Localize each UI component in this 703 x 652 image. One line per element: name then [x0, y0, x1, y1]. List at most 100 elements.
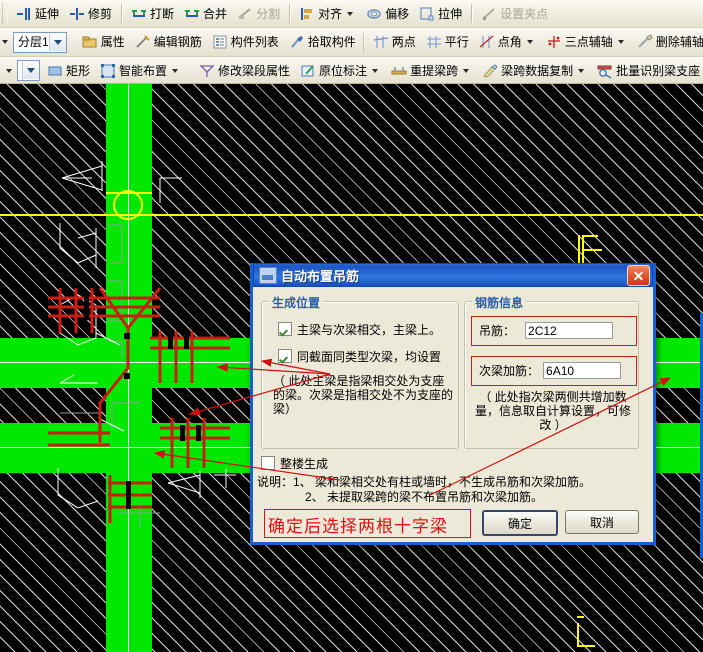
- toolbar-label: 梁跨数据复制: [501, 60, 573, 82]
- toolbar-grip[interactable]: [2, 4, 8, 23]
- toolbar-label: 点角: [498, 31, 522, 53]
- toolbar-button-extend[interactable]: 延伸: [12, 3, 63, 25]
- application-window: 延伸 修剪 打断 合并: [0, 0, 703, 652]
- toolbar-label: 矩形: [66, 60, 90, 82]
- field-hanger-label: 吊筋：: [479, 322, 515, 339]
- checkbox-whole-floor[interactable]: 整楼生成: [261, 455, 328, 472]
- toolbar-button-trim[interactable]: 修剪: [65, 3, 116, 25]
- checkbox-main-sub-beam[interactable]: 主梁与次梁相交，主梁上。: [278, 321, 453, 338]
- toolbar-button-copy-span-data[interactable]: 梁跨数据复制: [478, 60, 591, 82]
- toolbar-button-two-point[interactable]: 两点: [369, 31, 420, 53]
- toolbar-label: 属性: [101, 31, 125, 53]
- chevron-down-icon[interactable]: [172, 69, 178, 73]
- toolbar-button-delete-axis[interactable]: 删除辅轴: [633, 31, 703, 53]
- toolbar-button-break[interactable]: 打断: [127, 3, 178, 25]
- chevron-down-icon[interactable]: [49, 34, 66, 51]
- toolbar-button-component-list[interactable]: 构件列表: [208, 31, 283, 53]
- beam-type-combo[interactable]: [17, 60, 40, 81]
- dialog-title: 自动布置吊筋: [281, 266, 359, 285]
- toolbar-label: 原位标注: [319, 60, 367, 82]
- re-extract-span-icon: [391, 63, 407, 79]
- chevron-down-icon[interactable]: [347, 12, 353, 16]
- hanger-input[interactable]: [525, 322, 613, 339]
- toolbar-button-offset[interactable]: 偏移: [362, 3, 413, 25]
- smart-layout-icon: [100, 63, 116, 79]
- break-icon: [131, 6, 147, 22]
- merge-icon: [184, 6, 200, 22]
- extend-icon: [16, 6, 32, 22]
- checkbox-box[interactable]: [261, 456, 275, 470]
- sub-beam-rebar-input[interactable]: [543, 362, 621, 379]
- batch-identify-support-icon: [597, 63, 613, 79]
- toolbar-label: 删除辅轴: [656, 31, 703, 53]
- dialog-title-bar[interactable]: 自动布置吊筋 ✕: [253, 263, 653, 287]
- toolbar-button-modify-beam-segment[interactable]: 修改梁段属性: [195, 60, 294, 82]
- toolbar-label: 编辑钢筋: [154, 31, 202, 53]
- checkbox-box[interactable]: [278, 322, 292, 336]
- toolbar-separator: [471, 4, 472, 23]
- field-sub-beam-rebar: 次梁加筋：: [479, 362, 621, 379]
- toolbar-button-set-grip[interactable]: 设置夹点: [477, 3, 552, 25]
- close-glyph: ✕: [633, 269, 645, 283]
- toolbar-button-property[interactable]: 属性: [78, 31, 129, 53]
- toolbar-button-align[interactable]: 对齐: [295, 3, 360, 25]
- toolbar-button-rectangle[interactable]: 矩形: [43, 60, 94, 82]
- toolbar-label: 构件列表: [231, 31, 279, 53]
- grip-point-icon: [481, 6, 497, 22]
- chevron-down-icon[interactable]: [22, 62, 39, 79]
- chevron-down-icon[interactable]: [618, 40, 624, 44]
- toolbar-overflow-icon[interactable]: [6, 69, 12, 73]
- chevron-down-icon[interactable]: [527, 40, 533, 44]
- description-line-1: 说明：1、 梁和梁相交处有柱或墙时，不生成吊筋和次梁加筋。: [257, 475, 637, 489]
- property-icon: [82, 34, 98, 50]
- toolbar-button-in-situ-annotation[interactable]: 原位标注: [296, 60, 385, 82]
- checkbox-box[interactable]: [278, 349, 292, 363]
- rebar-info-note: （ 此处指次梁两侧共增加数量，信息取自计算设置，可修改 ）: [473, 390, 633, 432]
- ok-button[interactable]: 确定: [482, 510, 558, 536]
- chevron-down-icon[interactable]: [372, 69, 378, 73]
- dialog-app-icon: [259, 267, 277, 284]
- chevron-down-icon[interactable]: [463, 69, 469, 73]
- toolbar-button-pick-component[interactable]: 拾取构件: [285, 31, 360, 53]
- toolbar-button-parallel[interactable]: 平行: [422, 31, 473, 53]
- field-sub-beam-rebar-label: 次梁加筋：: [479, 362, 539, 379]
- toolbar-label: 对齐: [318, 3, 342, 25]
- toolbar-button-edit-rebar[interactable]: 编辑钢筋: [131, 31, 206, 53]
- toolbar-grip[interactable]: [363, 33, 365, 52]
- align-icon: [299, 6, 315, 22]
- group-generation-position: 生成位置 主梁与次梁相交，主梁上。 同截面同类型次梁，均设置 （ 此处主梁是指梁…: [261, 301, 459, 449]
- layer-combo[interactable]: 分层1: [13, 32, 67, 53]
- toolbar-button-stretch[interactable]: 拉伸: [415, 3, 466, 25]
- copy-span-data-icon: [482, 63, 498, 79]
- rectangle-icon: [47, 63, 63, 79]
- toolbar-button-point-angle[interactable]: 点角: [475, 31, 540, 53]
- checkbox-label: 整楼生成: [280, 455, 328, 472]
- group-generation-position-label: 生成位置: [269, 294, 323, 311]
- toolbar-label: 偏移: [385, 3, 409, 25]
- checkbox-same-section[interactable]: 同截面同类型次梁，均设置: [278, 348, 456, 365]
- component-list-icon: [212, 34, 228, 50]
- toolbar-separator: [289, 4, 290, 23]
- toolbar-button-smart-layout[interactable]: 智能布置: [96, 60, 185, 82]
- toolbar-button-three-point-axis[interactable]: 三点辅轴: [542, 31, 631, 53]
- stretch-icon: [419, 6, 435, 22]
- toolbar-label: 分割: [256, 3, 280, 25]
- toolbar-label: 打断: [150, 3, 174, 25]
- generation-position-note: （ 此处主梁是指梁相交处为支座的梁。次梁是指相交处不为支座的梁）: [273, 374, 453, 416]
- toolbar-row-edit: 延伸 修剪 打断 合并: [0, 0, 703, 28]
- toolbar-overflow-icon[interactable]: [2, 40, 8, 44]
- dialog-body: 生成位置 主梁与次梁相交，主梁上。 同截面同类型次梁，均设置 （ 此处主梁是指梁…: [253, 287, 653, 540]
- toolbar-button-batch-identify-support[interactable]: 批量识别梁支座: [593, 60, 703, 82]
- toolbar-button-re-extract-span[interactable]: 重提梁跨: [387, 60, 476, 82]
- field-hanger: 吊筋：: [479, 322, 613, 339]
- toolbar-button-merge[interactable]: 合并: [180, 3, 231, 25]
- cancel-button-label: 取消: [590, 514, 614, 531]
- chevron-down-icon[interactable]: [578, 69, 584, 73]
- toolbar-label: 平行: [445, 31, 469, 53]
- cancel-button[interactable]: 取消: [565, 510, 639, 534]
- modify-beam-segment-icon: [199, 63, 215, 79]
- close-icon[interactable]: ✕: [627, 265, 650, 286]
- toolbar-button-split[interactable]: 分割: [233, 3, 284, 25]
- toolbar-label: 修剪: [88, 3, 112, 25]
- three-point-axis-icon: [546, 34, 562, 50]
